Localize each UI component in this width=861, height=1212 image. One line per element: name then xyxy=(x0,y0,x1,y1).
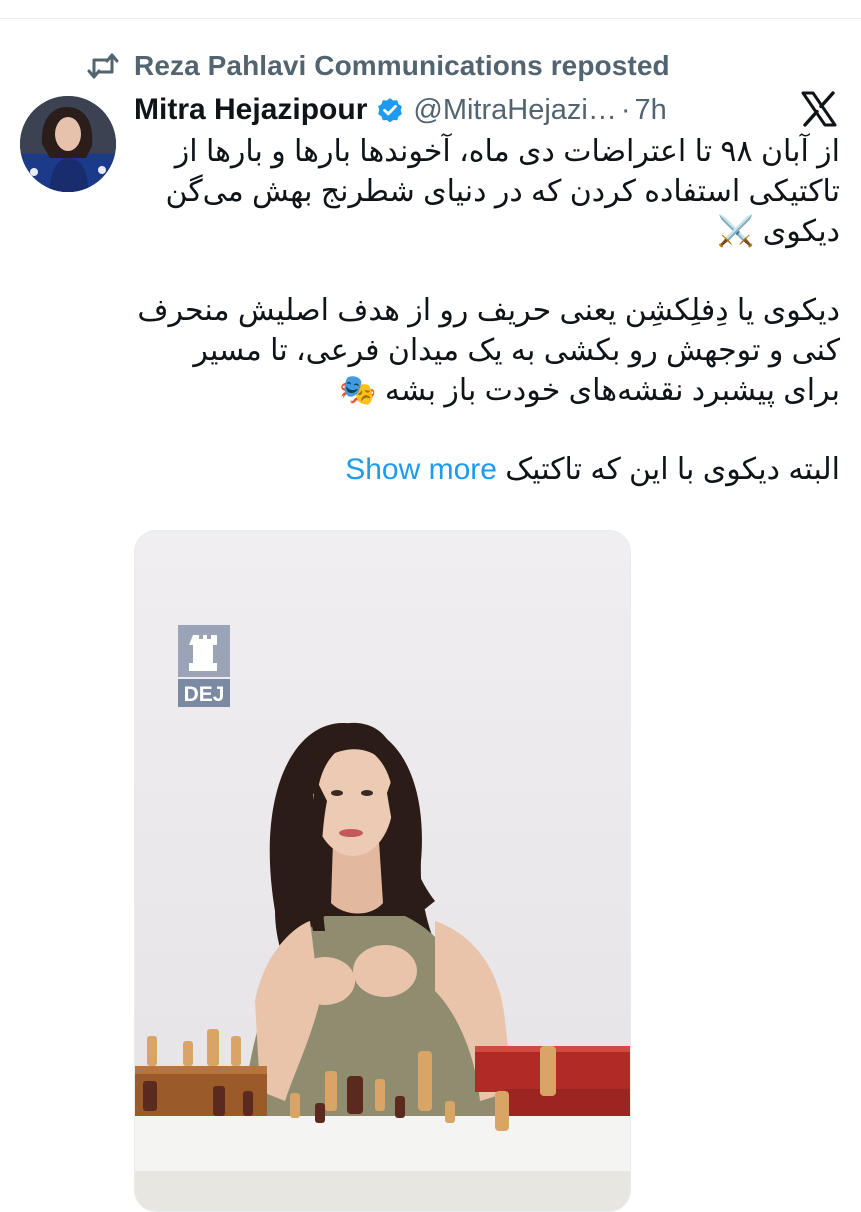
tweet-paragraph-text: البته دیکوی با این که تاکتیک xyxy=(505,453,840,486)
timestamp[interactable]: 7h xyxy=(635,94,667,127)
tweet-header: Mitra Hejazipour @MitraHejazi… · 7h xyxy=(134,88,667,132)
top-divider xyxy=(0,18,861,19)
tweet-paragraph: از آبان ۹۸ تا اعتراضات دی ماه، آخوندها ب… xyxy=(165,135,840,248)
author-handle[interactable]: @MitraHejazi… xyxy=(413,94,616,127)
avatar[interactable] xyxy=(20,96,116,192)
repost-icon xyxy=(86,51,120,81)
watermark-text: DEJ xyxy=(184,683,225,706)
repost-context[interactable]: Reza Pahlavi Communications reposted xyxy=(86,48,670,84)
author-name[interactable]: Mitra Hejazipour xyxy=(134,93,367,127)
repost-label: Reza Pahlavi Communications reposted xyxy=(134,50,670,81)
tweet-media-video[interactable]: DEJ xyxy=(134,530,631,1212)
tweet-paragraph-truncated: البته دیکوی با این که تاکتیک Show more xyxy=(134,450,840,490)
x-logo-icon xyxy=(800,90,838,128)
tweet-paragraph: دیکوی یا دِفلِکشِن یعنی حریف رو از هدف ا… xyxy=(137,294,840,407)
tweet-text: از آبان ۹۸ تا اعتراضات دی ماه، آخوندها ب… xyxy=(134,132,840,490)
show-more-link[interactable]: Show more xyxy=(345,453,497,486)
verified-badge-icon xyxy=(375,95,405,125)
meta-separator: · xyxy=(620,93,631,126)
watermark-logo: DEJ xyxy=(178,625,230,707)
